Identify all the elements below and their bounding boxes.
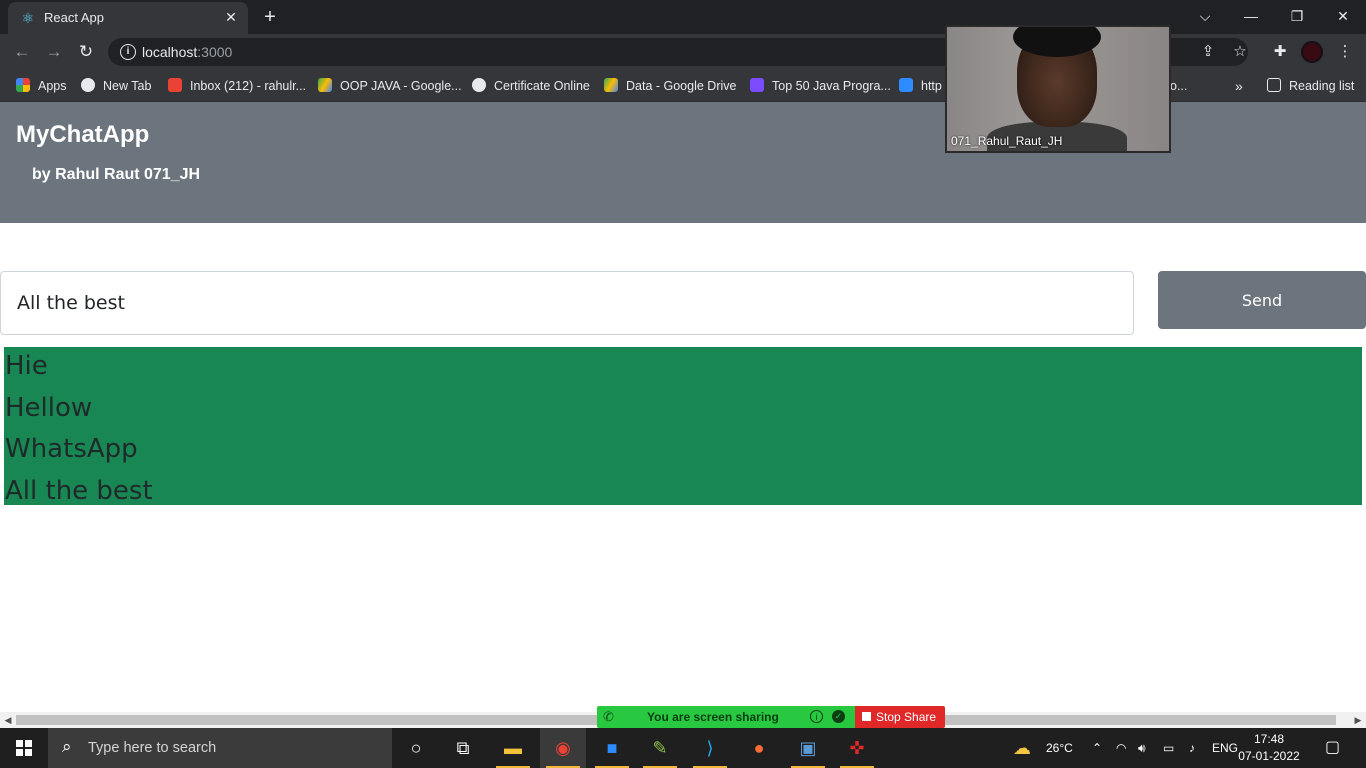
battery-icon[interactable]: ▭ [1163,728,1174,768]
windows-taskbar: ⌕ Type here to search ○ ⧉ ▬ ◉ ■ ✎ ⟩ ● ▣ … [0,728,1366,768]
clock-time: 17:48 [1253,732,1285,746]
new-tab-button[interactable]: + [258,5,282,29]
drive-icon [318,78,332,92]
scroll-left-icon[interactable]: ◀ [0,712,16,728]
bookmark-oop-java[interactable]: OOP JAVA - Google... [318,77,462,95]
bookmark-label: Data - Google Drive [626,79,737,93]
bookmark-data-drive[interactable]: Data - Google Drive [604,77,736,95]
bookmark-top-50-java[interactable]: Top 50 Java Progra... [750,77,891,95]
clock[interactable]: 17:48 07-01-2022 [1234,731,1304,765]
bookmark-label: Top 50 Java Progra... [772,79,891,93]
send-button[interactable]: Send [1158,271,1366,329]
bookmark-star-icon[interactable]: ☆ [1228,40,1252,64]
reload-icon[interactable]: ↻ [74,40,98,64]
close-window-button[interactable]: ✕ [1329,4,1357,28]
apps-grid-icon [16,78,30,92]
notepad-plus-icon[interactable]: ✎ [637,728,683,768]
weather-icon[interactable]: ☁ [1013,728,1031,768]
bookmark-label: http [921,79,942,93]
message-list: Hie Hellow WhatsApp All the best [4,347,1362,506]
bookmark-partial[interactable]: o... [1170,77,1187,95]
bookmark-label: Inbox (212) - rahulr... [190,79,307,93]
mysql-workbench-icon[interactable]: ▣ [785,728,831,768]
list-item: Hellow [5,392,93,423]
url-port: :3000 [197,44,233,60]
globe-icon [472,78,486,92]
reading-list-label: Reading list [1289,79,1355,93]
start-button[interactable] [0,728,48,768]
cortana-icon[interactable]: ○ [393,728,439,768]
scroll-right-icon[interactable]: ▶ [1350,712,1366,728]
close-tab-icon[interactable]: ✕ [222,8,240,26]
video-participant-window[interactable]: 071_Rahul_Raut_JH [945,25,1171,153]
clock-date: 07-01-2022 [1238,749,1300,763]
stop-icon [862,712,871,721]
bookmark-apps[interactable]: Apps [16,77,67,95]
stop-share-button[interactable]: Stop Share [855,706,945,728]
volume-icon[interactable]: 🔊︎ [1138,728,1146,768]
back-icon[interactable]: ← [10,40,34,64]
screen-share-bar[interactable]: ✆ You are screen sharing i ✓ [597,706,855,728]
vscode-icon[interactable]: ⟩ [687,728,733,768]
message-input[interactable] [0,271,1134,335]
notifications-icon[interactable]: ▢ [1325,728,1340,768]
d-icon [750,78,764,92]
bookmark-inbox[interactable]: Inbox (212) - rahulr... [168,77,306,95]
bookmark-label: OOP JAVA - Google... [340,79,462,93]
bookmark-label: Certificate Online [494,79,590,93]
microphone-icon[interactable]: ♪ [1189,728,1195,768]
share-icon[interactable]: ⇪ [1196,40,1220,64]
restore-button[interactable]: ❐ [1283,4,1311,28]
react-icon: ⚛ [21,10,35,26]
more-menu-icon[interactable]: ⋮ [1333,40,1357,64]
tab-react-app[interactable]: ⚛ React App ✕ [8,2,248,34]
search-placeholder: Type here to search [88,740,217,756]
chrome-icon[interactable]: ◉ [540,728,586,768]
bookmarks-overflow-icon[interactable]: » [1235,77,1243,95]
zoom-icon [899,78,913,92]
forward-icon[interactable]: → [42,40,66,64]
reading-list-icon [1267,78,1281,92]
windows-logo-icon [16,740,32,756]
gmail-icon [168,78,182,92]
postman-icon[interactable]: ● [736,728,782,768]
wifi-icon[interactable]: ◠ [1116,728,1126,768]
task-view-icon[interactable]: ⧉ [440,728,486,768]
tray-overflow-icon[interactable]: ⌃ [1092,728,1102,768]
taskbar-search[interactable]: ⌕ Type here to search [48,728,392,768]
tab-title: React App [44,10,104,25]
zoom-app-icon[interactable]: ■ [589,728,635,768]
stop-share-label: Stop Share [876,710,937,724]
url-host: localhost [142,44,198,60]
info-icon[interactable]: i [810,710,823,723]
phone-icon: ✆ [603,709,614,724]
acrobat-icon[interactable]: ✜ [834,728,880,768]
participant-name: 071_Rahul_Raut_JH [951,134,1063,148]
app-brand: MyChatApp [16,121,150,148]
shield-icon[interactable]: ✓ [832,710,845,723]
bookmark-new-tab[interactable]: New Tab [81,77,151,95]
bookmark-label: New Tab [103,79,152,93]
list-item: Hie [5,351,48,381]
globe-icon [81,78,95,92]
list-item: WhatsApp [5,434,138,464]
bookmark-certificate[interactable]: Certificate Online [472,77,590,95]
extensions-icon[interactable]: ✚ [1268,40,1292,64]
url-text[interactable]: localhost:3000 [142,44,232,60]
file-explorer-icon[interactable]: ▬ [490,728,536,768]
minimize-button[interactable]: — [1237,4,1265,28]
drive-icon [604,78,618,92]
share-status: You are screen sharing [647,710,779,724]
weather-temp[interactable]: 26°C [1046,728,1073,768]
profile-avatar[interactable] [1301,41,1323,63]
bookmark-zoom-link[interactable]: http [899,77,942,95]
bookmark-label: Apps [38,79,67,93]
site-info-icon[interactable]: i [120,44,136,60]
reading-list-button[interactable]: Reading list [1267,77,1354,95]
app-subtitle: by Rahul Raut 071_JH [32,166,201,183]
bookmark-label: o... [1170,79,1188,93]
list-item: All the best [5,475,153,506]
search-icon: ⌕ [62,737,72,756]
tab-search-icon[interactable]: ⌵ [1191,4,1219,28]
